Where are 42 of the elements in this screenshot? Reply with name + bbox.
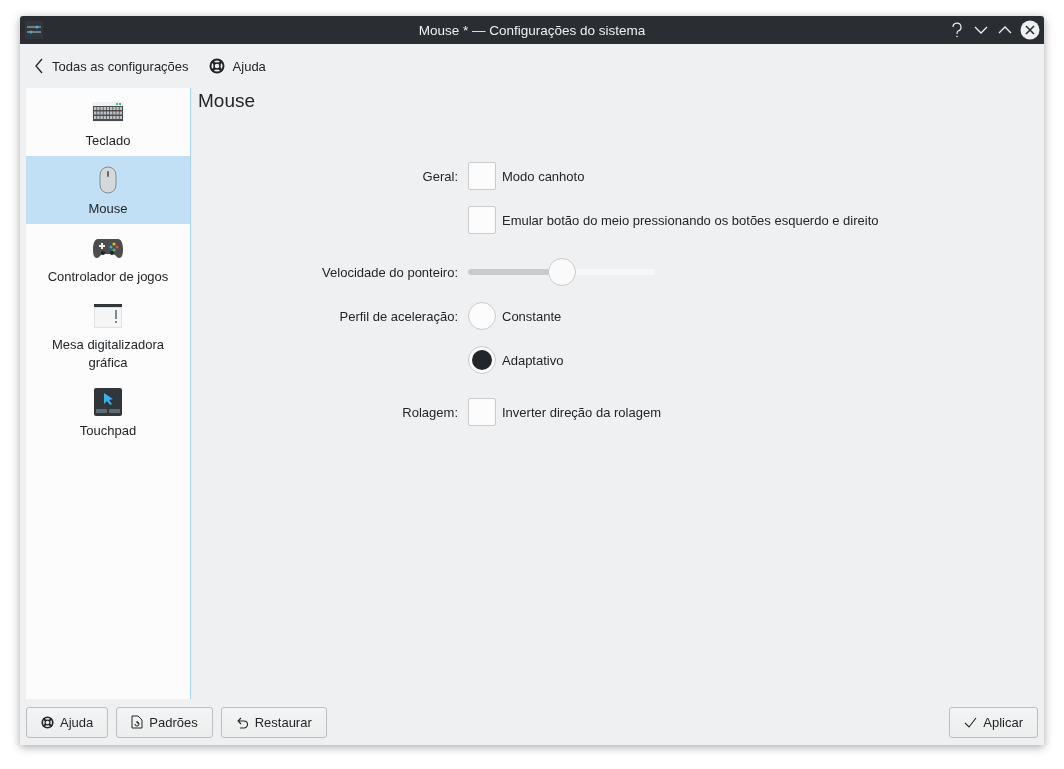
checkbox[interactable] xyxy=(468,398,496,426)
settings-sliders-icon xyxy=(25,21,43,39)
chevron-left-icon xyxy=(34,58,44,74)
slider-handle[interactable] xyxy=(547,258,576,286)
reset-button[interactable]: Restaurar xyxy=(220,706,327,738)
option-label: Inverter direção da rolagem xyxy=(502,404,661,420)
graphics-tablet-icon xyxy=(94,304,122,328)
form-label: Rolagem: xyxy=(402,404,458,420)
checkbox[interactable] xyxy=(468,206,496,234)
radio-button[interactable] xyxy=(468,302,496,330)
document-icon xyxy=(131,715,144,729)
undo-icon xyxy=(235,715,249,729)
form-label: Velocidade do ponteiro: xyxy=(322,264,458,280)
sidebar-item[interactable]: Teclado xyxy=(26,88,190,156)
sidebar-item[interactable]: Touchpad xyxy=(26,378,190,446)
help-link[interactable]: Ajuda xyxy=(208,58,266,74)
apply-button[interactable]: Aplicar xyxy=(949,706,1038,738)
help-button[interactable]: Ajuda xyxy=(26,706,109,738)
keyboard-icon xyxy=(92,102,124,122)
pointer-speed-slider[interactable] xyxy=(468,258,655,286)
checkbox[interactable] xyxy=(468,162,496,190)
touchpad-icon xyxy=(94,388,122,416)
back-link[interactable]: Todas as configurações xyxy=(34,58,189,74)
gamepad-icon xyxy=(93,237,123,259)
sidebar-item[interactable]: Mouse xyxy=(26,156,190,224)
window-title: Mouse * — Configurações do sistema xyxy=(418,22,646,38)
option-label: Modo canhoto xyxy=(502,168,585,184)
sidebar-item[interactable]: Controlador de jogos xyxy=(26,224,190,292)
sidebar-item[interactable]: Mesa digitalizadora gráfica xyxy=(26,292,190,378)
mouse-icon xyxy=(99,166,117,194)
radio-button[interactable] xyxy=(468,346,496,374)
page-title: Mouse xyxy=(198,90,257,113)
option-label: Adaptativo xyxy=(502,352,564,368)
option-label: Constante xyxy=(502,308,562,324)
lifebuoy-icon xyxy=(41,715,54,729)
checkmark-icon xyxy=(964,716,978,728)
lifebuoy-icon xyxy=(208,58,225,74)
defaults-button[interactable]: Padrões xyxy=(116,706,213,738)
close-icon[interactable] xyxy=(1020,20,1040,40)
form-label: Perfil de aceleração: xyxy=(339,308,458,324)
form-label: Geral: xyxy=(422,168,458,184)
option-label: Emular botão do meio pressionando os botões esquerdo e direito xyxy=(502,212,879,228)
